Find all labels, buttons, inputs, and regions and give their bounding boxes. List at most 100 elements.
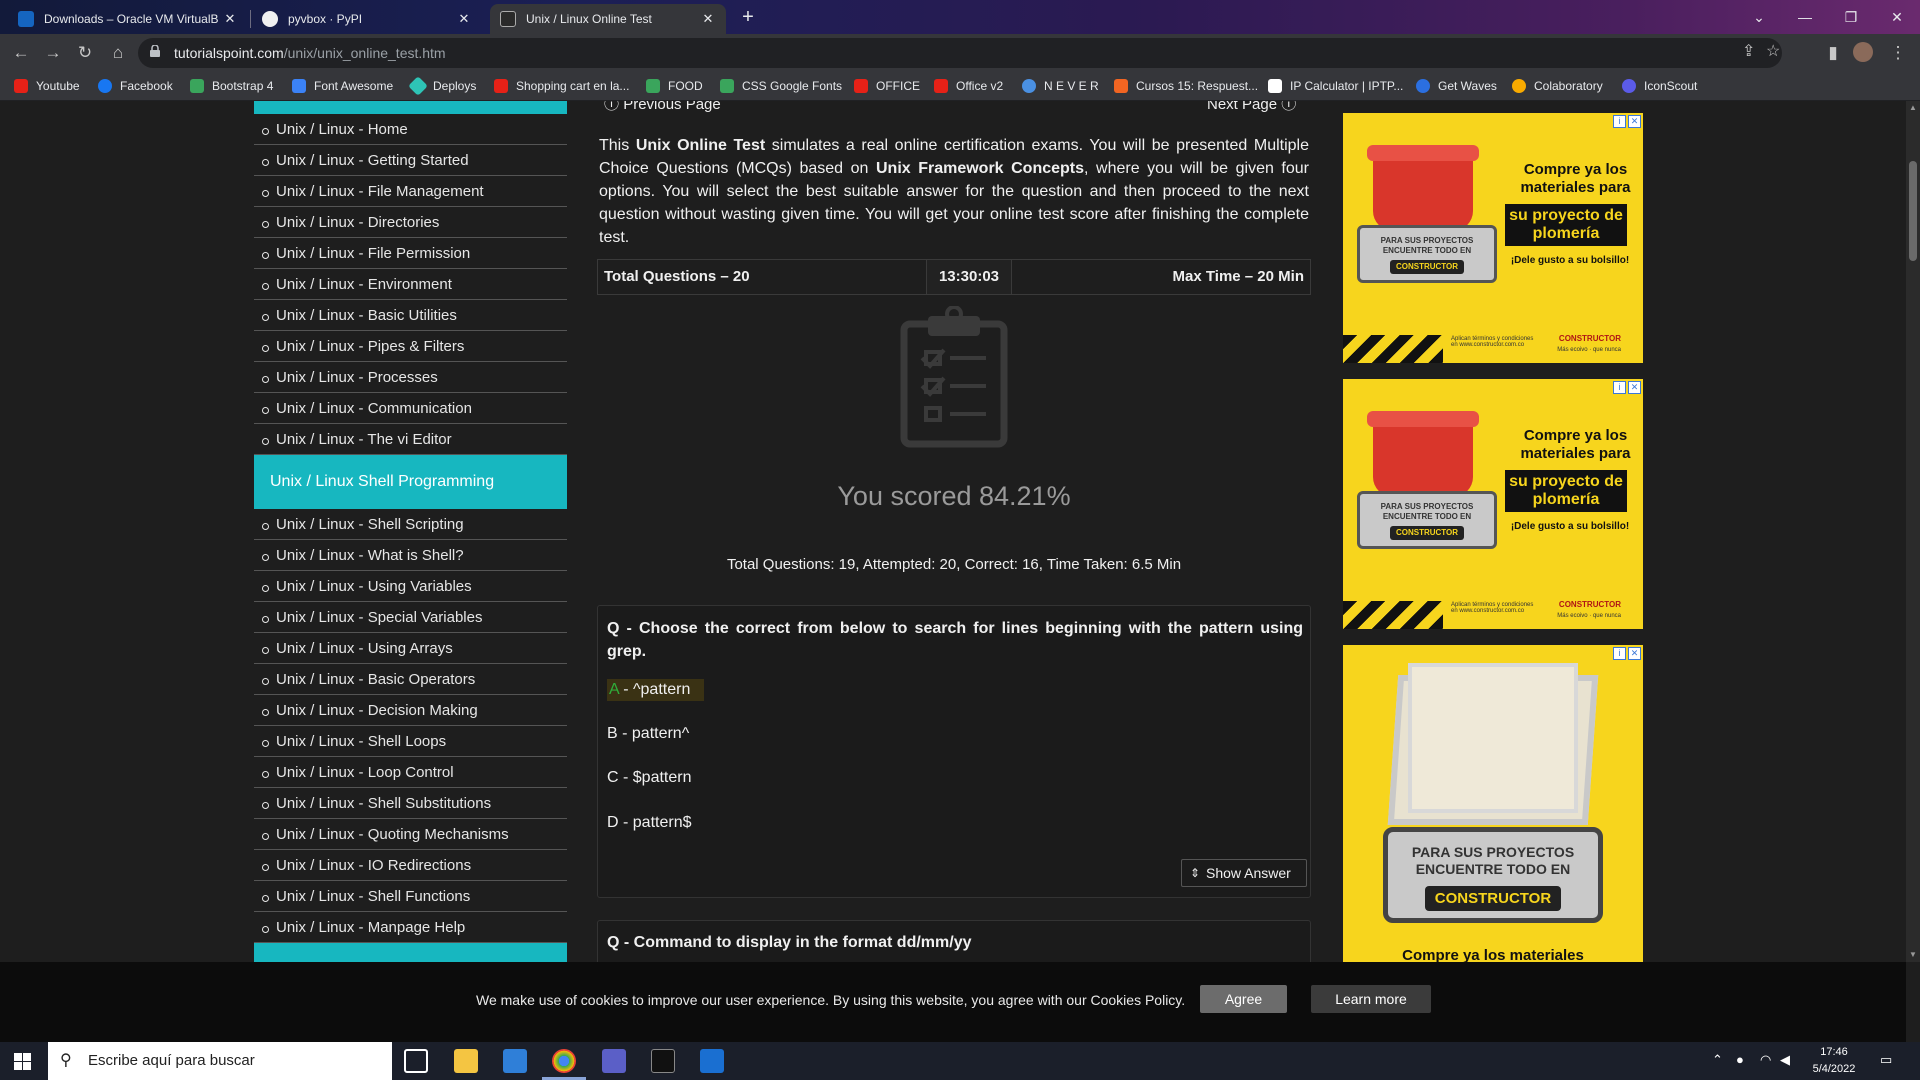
sidebar-item[interactable]: Unix / Linux - Basic Utilities [254, 300, 567, 331]
sidebar-item[interactable]: Unix / Linux - What is Shell? [254, 540, 567, 571]
close-window-button[interactable]: ✕ [1874, 4, 1920, 30]
bookmark-item[interactable]: Youtube [14, 77, 80, 95]
back-arrow-icon[interactable]: ← [9, 41, 33, 65]
advertisement[interactable]: i ✕ PARA SUS PROYECTOS ENCUENTRE TODO EN … [1343, 645, 1643, 962]
ad-choices[interactable]: i ✕ [1613, 381, 1641, 394]
ad-info-icon[interactable]: i [1613, 647, 1626, 660]
volume-icon[interactable]: ◀ [1780, 1052, 1790, 1068]
bookmark-item[interactable]: FOOD [646, 77, 703, 95]
bookmark-item[interactable]: Office v2 [934, 77, 1003, 95]
bookmark-item[interactable]: IconScout [1622, 77, 1697, 95]
browser-tab[interactable]: pyvbox · PyPI ✕ [252, 4, 482, 34]
bookmark-item[interactable]: Deploys [408, 76, 476, 96]
ad-close-icon[interactable]: ✕ [1628, 647, 1641, 660]
bookmark-item[interactable]: Get Waves [1416, 77, 1497, 95]
sidebar-item[interactable]: Unix / Linux - Shell Substitutions [254, 788, 567, 819]
windows-start-icon[interactable] [14, 1053, 31, 1070]
sidebar-item[interactable]: Unix / Linux - Pipes & Filters [254, 331, 567, 362]
sidebar-item[interactable]: Unix / Linux - Communication [254, 393, 567, 424]
sidebar-item[interactable]: Unix / Linux - Shell Scripting [254, 509, 567, 540]
bookmark-item[interactable]: Facebook [98, 77, 173, 95]
sidebar-item[interactable]: Unix / Linux - Decision Making [254, 695, 567, 726]
notifications-icon[interactable]: ▭ [1880, 1052, 1892, 1068]
share-icon[interactable]: ⇪ [1742, 41, 1755, 61]
reload-icon[interactable]: ↻ [73, 41, 97, 65]
sidebar-item[interactable]: Unix / Linux - Using Variables [254, 571, 567, 602]
ad-close-icon[interactable]: ✕ [1628, 115, 1641, 128]
profile-avatar[interactable] [1853, 42, 1873, 62]
sidebar-section-title[interactable]: Unix / Linux Shell Programming [254, 455, 567, 509]
sidebar-item[interactable]: Unix / Linux - Shell Loops [254, 726, 567, 757]
show-answer-button[interactable]: ⇕ Show Answer [1181, 859, 1307, 887]
sidebar-item[interactable]: Unix / Linux - Processes [254, 362, 567, 393]
learn-more-button[interactable]: Learn more [1311, 985, 1431, 1013]
bookmark-item[interactable]: Bootstrap 4 [190, 77, 273, 95]
page-scrollbar[interactable]: ▲ ▼ [1906, 101, 1920, 962]
sidebar-item[interactable]: Unix / Linux - Environment [254, 269, 567, 300]
home-icon[interactable]: ⌂ [106, 41, 130, 65]
ad-choices[interactable]: i ✕ [1613, 115, 1641, 128]
browser-tab-active[interactable]: Unix / Linux Online Test ✕ [490, 4, 726, 34]
task-view-icon[interactable] [404, 1049, 428, 1073]
sidebar-item[interactable]: Unix / Linux - Basic Operators [254, 664, 567, 695]
sidebar-item[interactable]: Unix / Linux - Shell Functions [254, 881, 567, 912]
close-tab-icon[interactable]: ✕ [456, 11, 472, 27]
system-clock[interactable]: 17:46 5/4/2022 [1804, 1044, 1864, 1078]
sidebar-item[interactable]: Unix / Linux - Special Variables [254, 602, 567, 633]
minimize-button[interactable]: — [1782, 4, 1828, 30]
teams-icon[interactable] [602, 1049, 626, 1073]
microsoft-store-icon[interactable] [503, 1049, 527, 1073]
sidebar-item[interactable]: Unix / Linux - Manpage Help [254, 912, 567, 943]
sidebar-item[interactable]: Unix / Linux - Directories [254, 207, 567, 238]
ad-info-icon[interactable]: i [1613, 115, 1626, 128]
answer-option-b[interactable]: B - pattern^ [607, 723, 689, 745]
ad-close-icon[interactable]: ✕ [1628, 381, 1641, 394]
previous-page-link[interactable]: ⓘ Previous Page [604, 101, 721, 114]
ad-choices[interactable]: i ✕ [1613, 647, 1641, 660]
scrollbar-thumb[interactable] [1909, 161, 1917, 261]
sidebar-item[interactable]: Unix / Linux - File Permission [254, 238, 567, 269]
answer-option-d[interactable]: D - pattern$ [607, 812, 692, 834]
sidebar-item[interactable]: Unix / Linux - File Management [254, 176, 567, 207]
show-hidden-icons-chevron-icon[interactable]: ⌃ [1712, 1052, 1723, 1068]
close-tab-icon[interactable]: ✕ [222, 11, 238, 27]
tab-search-chevron-icon[interactable]: ⌄ [1736, 4, 1782, 30]
microphone-icon[interactable]: ● [1736, 1052, 1744, 1067]
side-panel-icon[interactable]: ▮ [1821, 41, 1845, 65]
terminal-icon[interactable] [651, 1049, 675, 1073]
chrome-icon[interactable] [552, 1049, 576, 1073]
taskbar-search-box[interactable]: ⚲ Escribe aquí para buscar [48, 1042, 392, 1080]
sidebar-item[interactable]: Unix / Linux - IO Redirections [254, 850, 567, 881]
wifi-icon[interactable]: ◠ [1760, 1052, 1771, 1068]
bookmark-item[interactable]: Cursos 15: Respuest... [1114, 77, 1258, 95]
bookmark-item[interactable]: Font Awesome [292, 77, 393, 95]
bookmark-item[interactable]: Colaboratory [1512, 77, 1603, 95]
bookmark-item[interactable]: IP Calculator | IPTP... [1268, 77, 1403, 95]
sidebar-item[interactable]: Unix / Linux - Using Arrays [254, 633, 567, 664]
answer-option-a[interactable]: A - ^pattern [607, 679, 705, 701]
sidebar-item[interactable]: Unix / Linux - Getting Started [254, 145, 567, 176]
bookmark-item[interactable]: CSS Google Fonts [720, 77, 842, 95]
bookmark-item[interactable]: Shopping cart en la... [494, 77, 629, 95]
sidebar-item[interactable]: Unix / Linux - Home [254, 114, 567, 145]
forward-arrow-icon[interactable]: → [41, 41, 65, 65]
sidebar-item[interactable]: Unix / Linux - Quoting Mechanisms [254, 819, 567, 850]
bookmark-star-icon[interactable]: ☆ [1766, 41, 1780, 61]
ad-info-icon[interactable]: i [1613, 381, 1626, 394]
restore-button[interactable]: ❐ [1828, 4, 1874, 30]
advertisement[interactable]: i ✕ PARA SUS PROYECTOS ENCUENTRE TODO EN C… [1343, 379, 1643, 629]
next-page-link[interactable]: Next Page ⓘ [1207, 101, 1296, 114]
agree-button[interactable]: Agree [1200, 985, 1287, 1013]
advertisement[interactable]: i ✕ PARA SUS PROYECTOS ENCUENTRE TODO EN C… [1343, 113, 1643, 363]
answer-option-c[interactable]: C - $pattern [607, 767, 692, 789]
sidebar-item[interactable]: Unix / Linux - The vi Editor [254, 424, 567, 455]
close-tab-icon[interactable]: ✕ [700, 11, 716, 27]
virtualbox-icon[interactable] [700, 1049, 724, 1073]
bookmark-item[interactable]: N E V E R [1022, 77, 1099, 95]
address-bar[interactable]: tutorialspoint.com/unix/unix_online_test… [138, 38, 1782, 68]
sidebar-item[interactable]: Unix / Linux - Loop Control [254, 757, 567, 788]
kebab-menu-icon[interactable]: ⋮ [1886, 41, 1910, 65]
scroll-up-arrow-icon[interactable]: ▲ [1906, 101, 1920, 115]
file-explorer-icon[interactable] [454, 1049, 478, 1073]
bookmark-item[interactable]: OFFICE [854, 77, 920, 95]
